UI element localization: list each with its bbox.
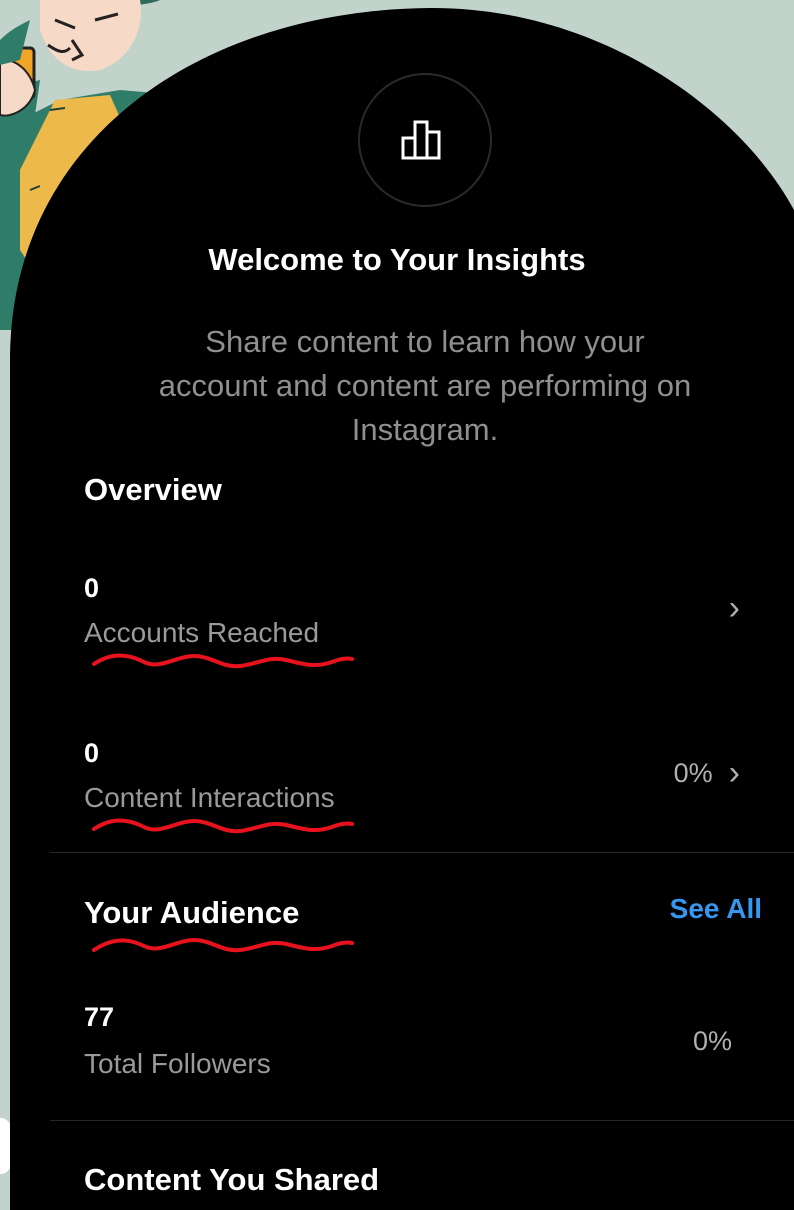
- welcome-title: Welcome to Your Insights: [208, 242, 586, 277]
- row-meta: 0% ›: [674, 756, 740, 790]
- content-shared-heading: Content You Shared: [84, 1162, 380, 1197]
- percent-change: 0%: [692, 1026, 732, 1056]
- metric-label: Total Followers: [84, 1048, 271, 1079]
- overview-heading: Overview: [84, 472, 222, 507]
- row-meta: 0%: [693, 1026, 732, 1057]
- underline-annotation: [92, 815, 354, 839]
- subtitle-line: Instagram.: [351, 412, 499, 447]
- welcome-subtitle: Share content to learn how your account …: [80, 320, 770, 452]
- chevron-right-icon[interactable]: ›: [729, 756, 740, 790]
- row-meta: ›: [729, 591, 740, 625]
- bar-chart-icon: [399, 120, 451, 160]
- audience-heading: Your Audience: [84, 895, 300, 930]
- underline-annotation: [92, 650, 354, 674]
- divider: [50, 1120, 794, 1121]
- metric-value: 0: [84, 738, 100, 768]
- subtitle-line: Share content to learn how your: [205, 324, 645, 359]
- see-all-link[interactable]: See All: [670, 893, 762, 925]
- metric-label: Content Interactions: [84, 782, 335, 813]
- total-followers-row: 77 Total Followers 0%: [60, 996, 780, 1096]
- underline-annotation: [92, 934, 354, 958]
- chevron-right-icon[interactable]: ›: [729, 591, 740, 625]
- insights-badge: [358, 73, 492, 207]
- divider: [50, 852, 794, 853]
- metric-value: 77: [84, 1002, 115, 1032]
- percent-change: 0%: [673, 757, 713, 788]
- subtitle-line: account and content are performing on: [158, 368, 692, 403]
- metric-label: Accounts Reached: [84, 617, 320, 648]
- metric-value: 0: [84, 573, 100, 603]
- insights-panel: Welcome to Your Insights Share content t…: [0, 0, 794, 1210]
